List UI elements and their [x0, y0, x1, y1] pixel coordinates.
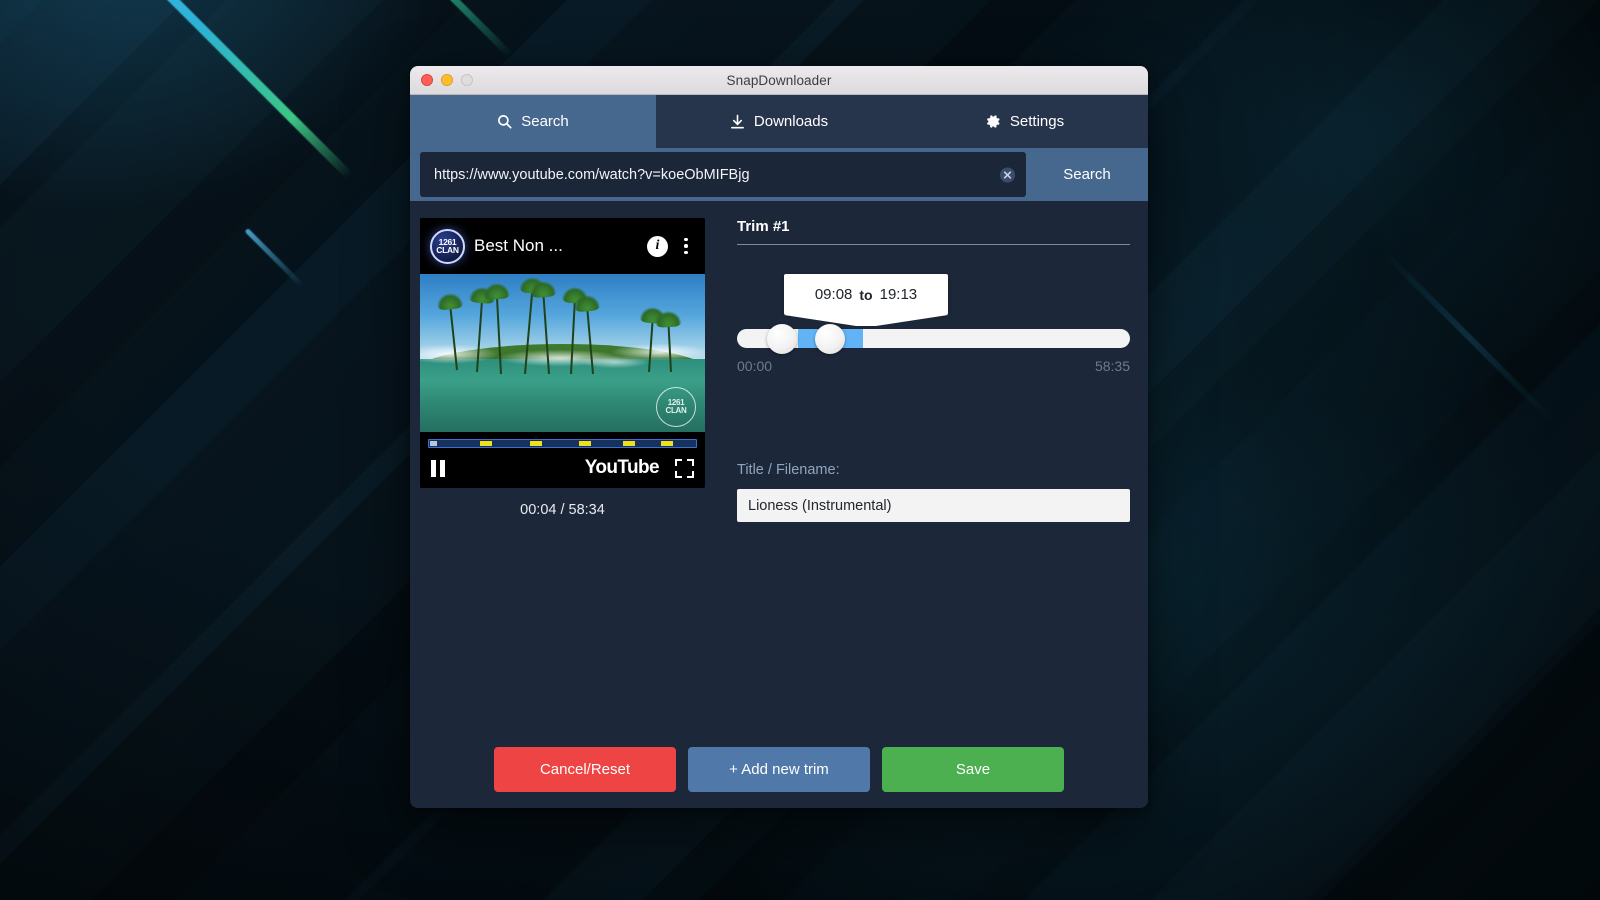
desktop-background: SnapDownloader Search Downloads Settings…: [0, 0, 1600, 900]
search-icon: [497, 114, 512, 129]
trim-end-time: 19:13: [879, 286, 918, 303]
url-field-wrapper: [420, 152, 1026, 197]
video-watermark: 1261 CLAN: [656, 387, 696, 427]
filename-label: Title / Filename:: [737, 462, 840, 478]
search-button[interactable]: Search: [1026, 148, 1148, 201]
youtube-brand-label: YouTube: [584, 457, 660, 478]
video-title: Best Non ...: [474, 236, 563, 255]
url-input[interactable]: [420, 152, 1026, 197]
kebab-menu-icon[interactable]: [677, 235, 695, 257]
action-bar: Cancel/Reset + Add new trim Save: [410, 747, 1148, 792]
window-body: 1261 CLAN Best Non ... i 1261 CLAN YouTu…: [410, 201, 1148, 808]
trim-end-handle[interactable]: [815, 323, 845, 354]
close-window-button[interactable]: [421, 74, 433, 86]
video-preview-column: 1261 CLAN Best Non ... i 1261 CLAN YouTu…: [420, 218, 705, 518]
trim-slider-zone: 09:08 to 19:13 00:00 58:35: [737, 274, 1130, 374]
tab-downloads-label: Downloads: [753, 113, 829, 130]
cancel-reset-button[interactable]: Cancel/Reset: [494, 747, 676, 792]
trim-start-time: 09:08: [814, 286, 853, 303]
channel-avatar[interactable]: 1261 CLAN: [430, 228, 465, 264]
video-time-display: 00:04 / 58:34: [520, 502, 605, 518]
trim-range-tooltip: 09:08 to 19:13: [784, 274, 948, 315]
scene-foam: [420, 343, 705, 379]
window-title: SnapDownloader: [726, 72, 832, 88]
tab-bar: Search Downloads Settings: [410, 95, 1148, 148]
search-bar: Search: [410, 148, 1148, 201]
save-button[interactable]: Save: [882, 747, 1064, 792]
fullscreen-icon[interactable]: [675, 458, 694, 478]
trim-to-label: to: [859, 286, 873, 303]
video-progress-bar[interactable]: [428, 439, 697, 448]
trim-start-handle[interactable]: [767, 323, 797, 354]
trim-divider: [737, 244, 1130, 245]
chapter-marker: [530, 441, 542, 446]
minimize-window-button[interactable]: [441, 74, 453, 86]
clear-circle-icon[interactable]: [999, 166, 1016, 183]
info-icon[interactable]: i: [647, 235, 668, 257]
traffic-lights: [421, 74, 473, 86]
tab-settings[interactable]: Settings: [902, 95, 1148, 148]
video-controls: YouTube: [420, 448, 705, 488]
chapter-marker: [579, 441, 591, 446]
pause-icon[interactable]: [431, 459, 445, 477]
trim-heading: Trim #1: [737, 218, 790, 235]
tab-search[interactable]: Search: [410, 95, 656, 148]
tab-settings-label: Settings: [1009, 113, 1065, 130]
trim-panel: Trim #1 09:08 to 19:13 00:00 58:35 Title…: [737, 218, 1130, 522]
chapter-marker: [661, 441, 673, 446]
zoom-window-button[interactable]: [461, 74, 473, 86]
trim-range-labels: 00:00 58:35: [737, 358, 1130, 374]
search-button-label: Search: [1063, 166, 1111, 183]
trim-range-max: 58:35: [1094, 358, 1130, 374]
chapter-marker: [480, 441, 492, 446]
chapter-marker: [623, 441, 635, 446]
download-icon: [730, 114, 745, 130]
title-bar: SnapDownloader: [410, 66, 1148, 95]
app-window: SnapDownloader Search Downloads Settings…: [410, 66, 1148, 808]
filename-input[interactable]: [737, 489, 1130, 522]
tab-downloads[interactable]: Downloads: [656, 95, 902, 148]
channel-avatar-line2: CLAN: [436, 244, 459, 255]
trim-range-slider[interactable]: [737, 323, 1130, 354]
video-player[interactable]: 1261 CLAN Best Non ... i 1261 CLAN YouTu…: [420, 218, 705, 488]
video-watermark-line2: CLAN: [665, 406, 687, 415]
video-player-header: 1261 CLAN Best Non ... i: [420, 218, 705, 274]
add-new-trim-button[interactable]: + Add new trim: [688, 747, 870, 792]
video-progress-zone: [420, 432, 705, 448]
video-frame[interactable]: 1261 CLAN: [420, 274, 705, 432]
trim-range-min: 00:00: [737, 358, 773, 374]
tab-search-label: Search: [521, 113, 569, 130]
video-progress-fill: [430, 441, 437, 446]
gear-icon: [986, 114, 1001, 129]
tooltip-pointer: [784, 315, 948, 326]
